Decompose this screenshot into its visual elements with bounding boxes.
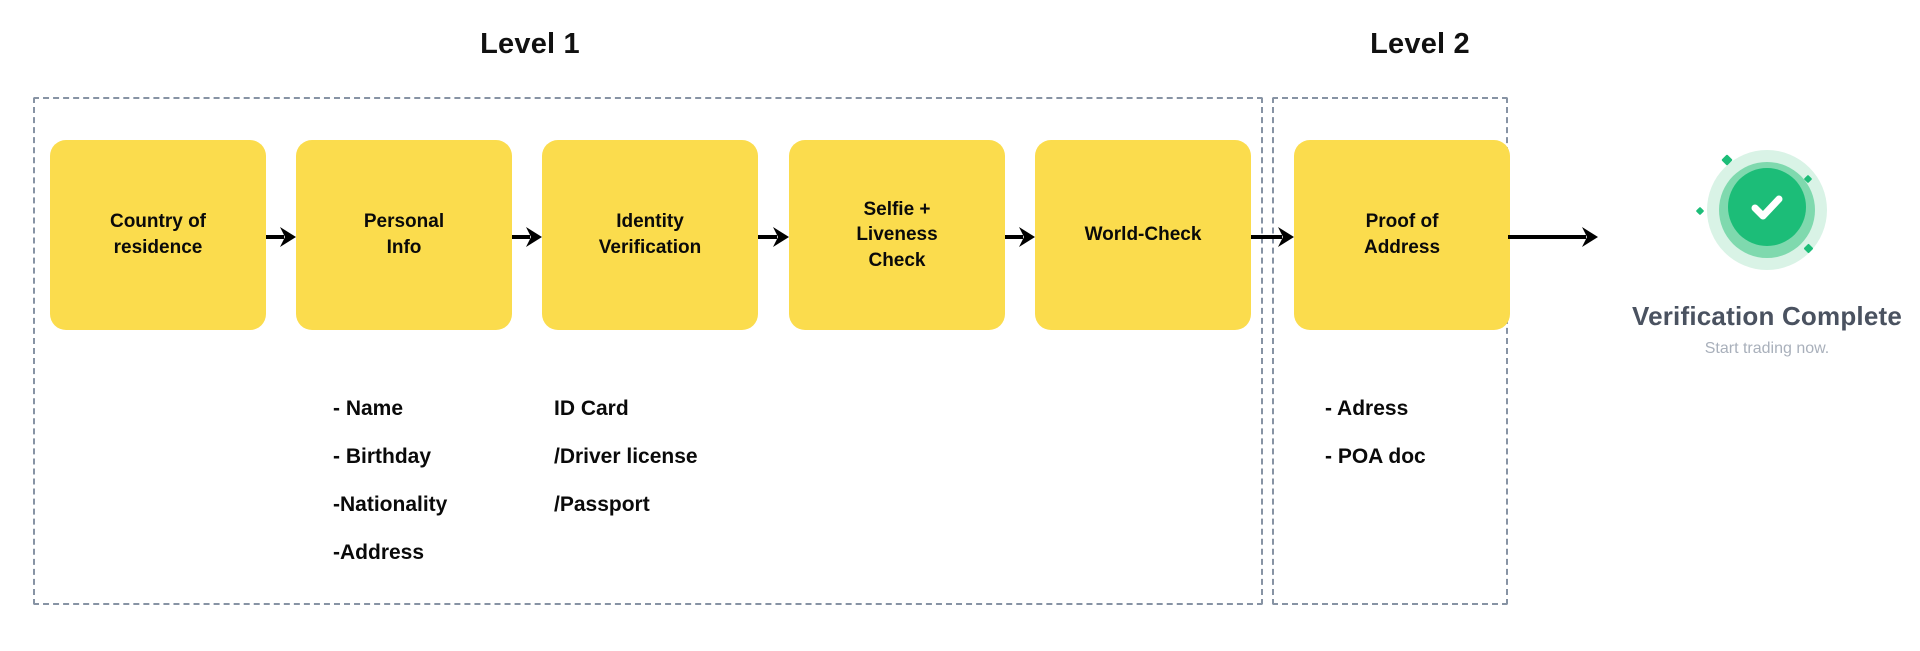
arrow-right-icon: [266, 222, 296, 252]
sparkle-icon: [1695, 206, 1705, 216]
details-personal-info: - Name - Birthday -Nationality -Address: [333, 397, 448, 564]
details-proof-of-address: - Adress - POA doc: [1325, 397, 1426, 468]
arrow-right-icon: [1508, 222, 1598, 252]
step-label: Country of residence: [109, 211, 207, 258]
step-identity-verification[interactable]: Identity Verification: [542, 140, 758, 330]
step-label: Identity Verification: [598, 211, 702, 258]
arrow-right-icon: [1005, 222, 1035, 252]
level-2-heading: Level 2: [1370, 28, 1470, 60]
level-1-heading: Level 1: [480, 28, 580, 60]
badge-core: [1728, 168, 1806, 246]
step-personal-info[interactable]: Personal Info: [296, 140, 512, 330]
verification-subtitle: Start trading now.: [1704, 340, 1830, 357]
step-proof-of-address[interactable]: Proof of Address: [1294, 140, 1510, 330]
step-selfie-liveness-check[interactable]: Selfie + Liveness Check: [789, 140, 1005, 330]
arrow-right-icon: [512, 222, 542, 252]
step-label: Selfie + Liveness Check: [856, 198, 938, 271]
step-label: World-Check: [1084, 224, 1202, 246]
step-country-of-residence[interactable]: Country of residence: [50, 140, 266, 330]
arrow-right-icon: [1251, 222, 1294, 252]
verification-complete-block: Verification Complete Start trading now.: [1612, 135, 1920, 358]
step-label: Proof of Address: [1363, 211, 1441, 258]
check-circle-icon: [1692, 135, 1842, 285]
details-identity-verification: ID Card /Driver license /Passport: [554, 397, 698, 516]
step-label: Personal Info: [363, 211, 445, 258]
verification-title: Verification Complete: [1631, 301, 1903, 331]
step-world-check[interactable]: World-Check: [1035, 140, 1251, 330]
arrow-right-icon: [758, 222, 789, 252]
